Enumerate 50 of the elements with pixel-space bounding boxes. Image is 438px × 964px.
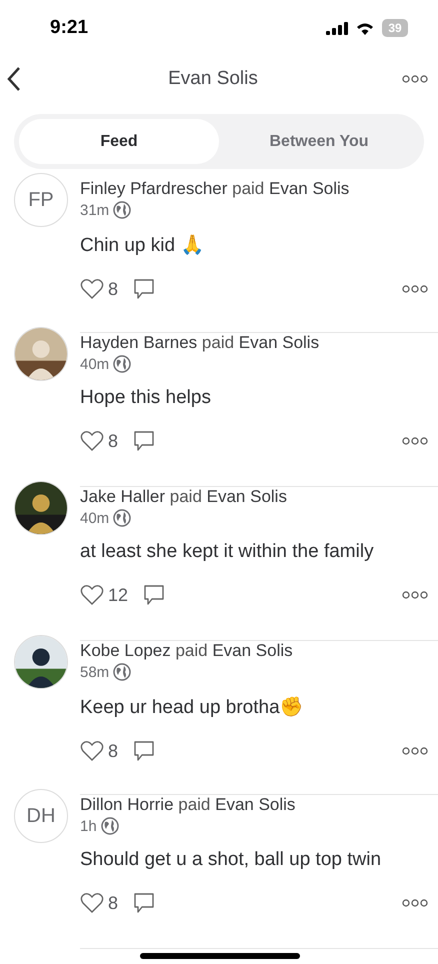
avatar[interactable]: DH: [14, 789, 68, 843]
heart-icon[interactable]: [80, 278, 104, 300]
more-icon[interactable]: [402, 899, 428, 907]
more-icon[interactable]: [402, 437, 428, 445]
avatar[interactable]: FP: [14, 173, 68, 227]
globe-icon: [113, 509, 132, 527]
heart-icon[interactable]: [80, 430, 104, 452]
payment-message: Keep ur head up brotha✊: [80, 696, 305, 719]
more-icon[interactable]: [402, 285, 428, 293]
payment-line: Kobe Lopez paid Evan Solis: [80, 641, 294, 661]
time-ago: 31m: [80, 202, 110, 218]
battery-indicator: 39: [382, 19, 408, 37]
globe-icon: [113, 663, 132, 681]
globe-icon: [113, 201, 132, 219]
signal-icon: [326, 21, 348, 35]
globe-icon: [100, 817, 119, 835]
tab[interactable]: Feed: [19, 119, 219, 164]
comment-icon[interactable]: [132, 739, 156, 763]
payment-message: at least she kept it within the family: [80, 541, 375, 563]
payment-line: Finley Pfardrescher paid Evan Solis: [80, 179, 350, 199]
heart-icon[interactable]: [80, 740, 104, 762]
payment-line: Dillon Horrie paid Evan Solis: [80, 795, 296, 815]
payment-message: Chin up kid 🙏: [80, 234, 206, 257]
more-icon[interactable]: [402, 747, 428, 755]
page-title: Evan Solis: [168, 68, 258, 90]
time-ago: 40m: [80, 356, 110, 372]
like-count: 8: [108, 278, 118, 300]
comment-icon[interactable]: [142, 583, 166, 607]
status-time: 9:21: [50, 17, 88, 39]
payment-message: Should get u a shot, ball up top twin: [80, 849, 382, 871]
heart-icon[interactable]: [80, 584, 104, 606]
time-ago: 40m: [80, 510, 110, 526]
like-count: 8: [108, 892, 118, 914]
heart-icon[interactable]: [80, 892, 104, 914]
time-ago: 1h: [80, 818, 97, 834]
comment-icon[interactable]: [132, 891, 156, 915]
comment-icon[interactable]: [132, 277, 156, 301]
wifi-icon: [355, 21, 375, 35]
globe-icon: [113, 355, 132, 373]
comment-icon[interactable]: [132, 429, 156, 453]
like-count: 12: [108, 584, 128, 606]
time-ago: 58m: [80, 664, 110, 680]
payment-message: Hope this helps: [80, 387, 212, 409]
tab[interactable]: Between You: [219, 119, 419, 164]
payment-line: Jake Haller paid Evan Solis: [80, 487, 288, 507]
like-count: 8: [108, 430, 118, 452]
more-icon[interactable]: [402, 75, 428, 83]
payment-line: Hayden Barnes paid Evan Solis: [80, 333, 320, 353]
like-count: 8: [108, 740, 118, 762]
more-icon[interactable]: [402, 591, 428, 599]
